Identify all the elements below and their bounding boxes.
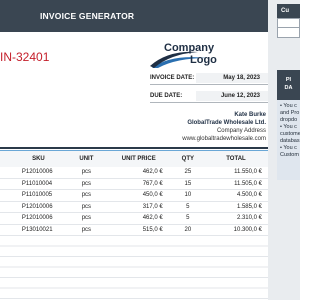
due-date-label: DUE DATE: (150, 93, 183, 99)
cell-sku[interactable]: P12010006 (17, 201, 59, 213)
cell-unit-price[interactable]: 450,0 € (113, 189, 167, 202)
cell-total: 2.310,0 € (208, 212, 268, 225)
column-header-sku: SKU (17, 151, 59, 167)
cell-total: 1.585,0 € (208, 201, 268, 213)
side-button-line-1: PI (285, 77, 292, 83)
row-spacer (0, 189, 18, 202)
side-panel-header: Cu (277, 4, 300, 18)
cell-total: 4.500,0 € (208, 189, 268, 202)
side-info-line: custome (280, 131, 300, 137)
divider (150, 102, 268, 103)
table-row[interactable]: P12010006 pcs 462,0 € 5 2.310,0 € (0, 212, 268, 225)
side-info-line: • You c (280, 124, 297, 130)
side-panel-input[interactable] (277, 18, 300, 28)
side-info-line: and Pro (280, 110, 300, 116)
cell-total: 10.300,0 € (208, 224, 268, 236)
cell-sku[interactable]: P11010004 (17, 178, 59, 190)
invoice-date-label: INVOICE DATE: (150, 75, 195, 81)
side-info-line: databas (280, 138, 300, 144)
logo-text-company: Company (164, 42, 215, 54)
cell-unit[interactable]: pcs (58, 178, 114, 190)
header-bar: INVOICE GENERATOR (0, 0, 268, 32)
cell-qty[interactable]: 5 (166, 212, 209, 225)
table-row[interactable]: P11010005 pcs 450,0 € 10 4.500,0 € (0, 189, 268, 202)
divider (150, 84, 268, 85)
invoice-items-table: SKU UNIT UNIT PRICE QTY TOTAL P12010006 … (0, 151, 268, 236)
side-panel-button[interactable]: PI DA (277, 70, 300, 100)
cell-unit-price[interactable]: 462,0 € (113, 212, 167, 225)
column-header-total: TOTAL (208, 151, 268, 167)
side-info-line: • You c (280, 103, 297, 109)
table-row[interactable]: P11010004 pcs 767,0 € 15 11.505,0 € (0, 178, 268, 190)
customer-website: www.globaltradewholesale.com (182, 136, 266, 142)
cell-unit-price[interactable]: 515,0 € (113, 224, 167, 236)
cell-total: 11.505,0 € (208, 178, 268, 190)
row-spacer (0, 212, 18, 225)
side-info-line: • You c (280, 145, 297, 151)
side-button-line-2: DA (284, 85, 293, 91)
due-date-value[interactable]: June 12, 2023 (196, 91, 268, 101)
row-spacer (0, 167, 18, 179)
customer-name: Kate Burke (234, 112, 266, 118)
row-spacer (0, 224, 18, 236)
cell-sku[interactable]: P11010005 (17, 189, 59, 202)
table-row[interactable]: P12010006 pcs 317,0 € 5 1.585,0 € (0, 201, 268, 213)
column-header-qty: QTY (166, 151, 209, 167)
cell-unit[interactable]: pcs (58, 224, 114, 236)
cell-qty[interactable]: 20 (166, 224, 209, 236)
header-spacer (0, 151, 18, 167)
cell-qty[interactable]: 5 (166, 201, 209, 213)
cell-qty[interactable]: 10 (166, 189, 209, 202)
customer-address: Company Address (216, 128, 266, 134)
side-info-line: Custom (280, 152, 299, 158)
table-row[interactable]: P12010006 pcs 462,0 € 25 11.550,0 € (0, 167, 268, 179)
cell-unit-price[interactable]: 767,0 € (113, 178, 167, 190)
invoice-date-value[interactable]: May 18, 2023 (196, 73, 268, 83)
cell-unit[interactable]: pcs (58, 189, 114, 202)
cell-unit-price[interactable]: 317,0 € (113, 201, 167, 213)
table-row[interactable]: P13010021 pcs 515,0 € 20 10.300,0 € (0, 224, 268, 236)
cell-unit[interactable]: pcs (58, 167, 114, 179)
row-spacer (0, 178, 18, 190)
company-logo: Company Logo (150, 40, 266, 70)
cell-total: 11.550,0 € (208, 167, 268, 179)
table-header-row: SKU UNIT UNIT PRICE QTY TOTAL (0, 151, 268, 167)
cell-unit[interactable]: pcs (58, 201, 114, 213)
app-title: INVOICE GENERATOR (40, 11, 135, 21)
cell-sku[interactable]: P12010006 (17, 167, 59, 179)
column-header-unit-price: UNIT PRICE (113, 151, 167, 167)
customer-company: GlobalTrade Wholesale Ltd. (187, 120, 266, 126)
cell-unit[interactable]: pcs (58, 212, 114, 225)
cell-sku[interactable]: P12010006 (17, 212, 59, 225)
cell-sku[interactable]: P13010021 (17, 224, 59, 236)
side-panel-input-2[interactable] (277, 28, 300, 38)
column-header-unit: UNIT (58, 151, 114, 167)
cell-unit-price[interactable]: 462,0 € (113, 167, 167, 179)
side-info-line: dropdo (280, 117, 298, 123)
cell-qty[interactable]: 25 (166, 167, 209, 179)
cell-qty[interactable]: 15 (166, 178, 209, 190)
empty-table-rows[interactable] (0, 236, 268, 300)
invoice-number: IN-32401 (0, 50, 50, 64)
table-top-rule (0, 147, 268, 149)
logo-text-logo: Logo (190, 54, 217, 66)
side-panel-info: • You c and Pro dropdo • You c custome d… (277, 100, 300, 180)
row-spacer (0, 201, 18, 213)
